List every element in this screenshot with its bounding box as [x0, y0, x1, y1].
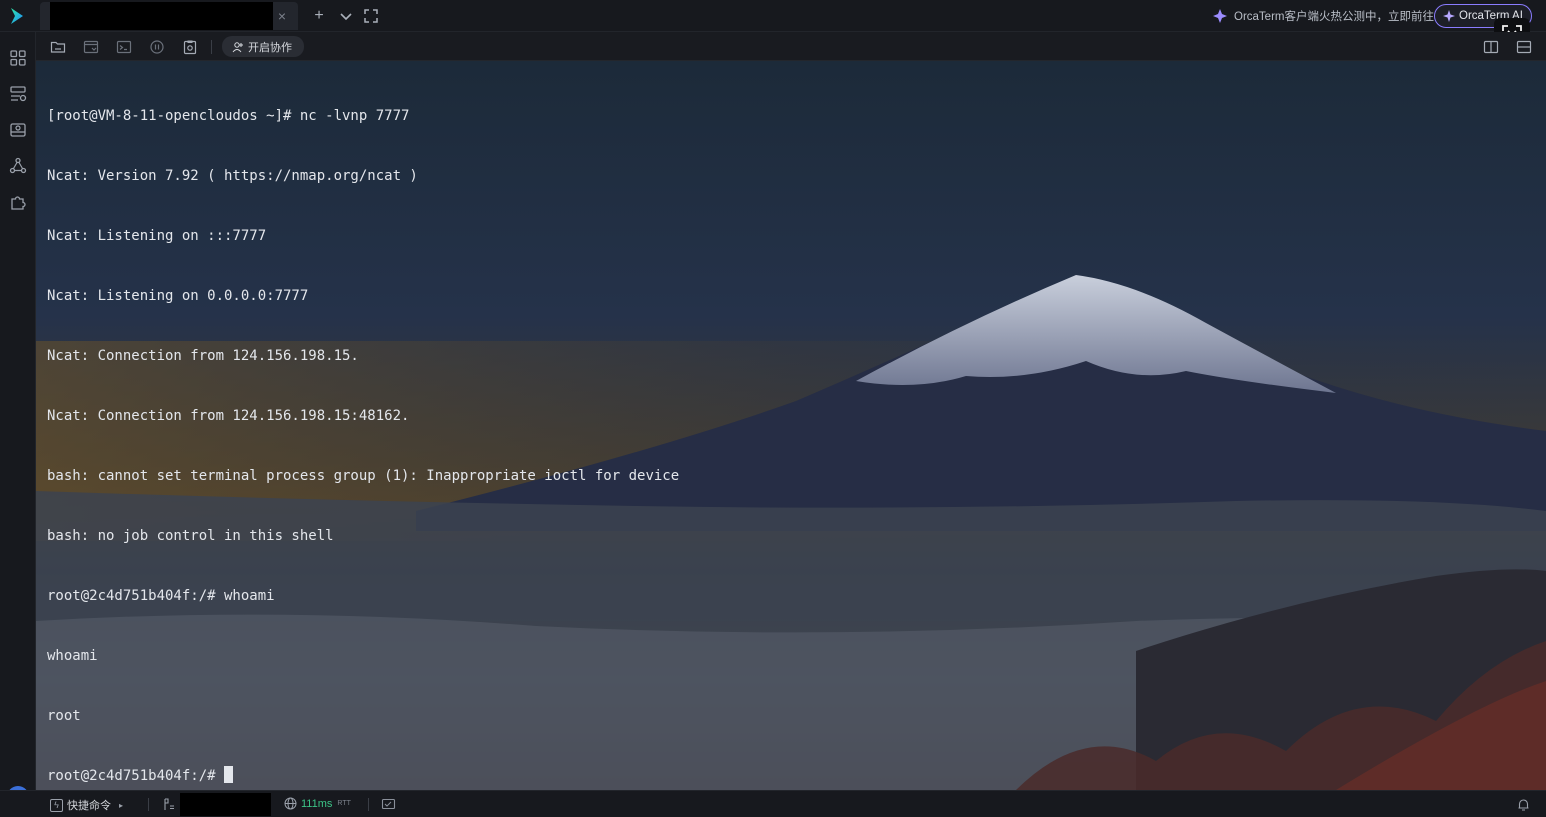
latency-value: 111ms: [301, 797, 333, 810]
expand-arrow-icon: ▸: [119, 800, 124, 810]
terminal-line: root: [47, 708, 81, 724]
status-divider: [368, 798, 369, 811]
terminal-window-icon[interactable]: [116, 39, 132, 55]
terminal-line: Ncat: Connection from 124.156.198.15.: [47, 348, 359, 364]
terminal-line: Ncat: Connection from 124.156.198.15:481…: [47, 408, 410, 424]
globe-icon: [284, 797, 297, 810]
redacted-host-address: [180, 793, 271, 816]
rtt-label: RTT: [337, 800, 351, 807]
notification-bell-icon[interactable]: [1516, 797, 1531, 812]
server-list-icon[interactable]: [8, 84, 28, 104]
new-tab-plus-icon[interactable]: +: [309, 6, 329, 26]
record-icon[interactable]: [149, 39, 165, 55]
network-nodes-icon[interactable]: [8, 156, 28, 176]
terminal-line: whoami: [47, 648, 98, 664]
terminal-line: [root@VM-8-11-opencloudos ~]# nc -lvnp 7…: [47, 108, 410, 124]
terminal-pane[interactable]: [root@VM-8-11-opencloudos ~]# nc -lvnp 7…: [36, 61, 1546, 790]
status-divider: [148, 798, 149, 811]
session-tab[interactable]: ×: [40, 2, 298, 30]
orcaterm-logo-icon[interactable]: [8, 6, 28, 26]
shell-prompt: root@2c4d751b404f:/#: [47, 768, 225, 784]
open-folder-icon[interactable]: [50, 39, 66, 55]
top-tab-bar: × + OrcaTerm客户端火热公测中，立即前往 OrcaTerm AI: [0, 0, 1546, 52]
redacted-tab-title: [50, 2, 273, 30]
terminal-prompt-line[interactable]: root@2c4d751b404f:/#: [47, 766, 679, 786]
grid-apps-icon[interactable]: [8, 48, 28, 68]
ai-sparkle-icon: [1443, 10, 1455, 22]
toolbar-divider: [211, 40, 212, 54]
tab-list-chevron-down-icon[interactable]: [336, 6, 356, 26]
plugin-puzzle-icon[interactable]: [8, 192, 28, 212]
tab-close-icon[interactable]: ×: [274, 8, 290, 24]
terminal-line: bash: no job control in this shell: [47, 528, 334, 544]
collaborators-icon: [232, 41, 243, 52]
split-horizontal-icon[interactable]: [1516, 39, 1532, 55]
terminal-line: Ncat: Listening on :::7777: [47, 228, 267, 244]
promo-text: OrcaTerm客户端火热公测中，立即前往: [1234, 11, 1434, 23]
terminal-line: root@2c4d751b404f:/# whoami: [47, 588, 275, 604]
fullscreen-icon[interactable]: [361, 6, 381, 26]
sftp-window-icon[interactable]: [83, 39, 99, 55]
terminal-line: Ncat: Version 7.92 ( https://nmap.org/nc…: [47, 168, 418, 184]
start-collaboration-button[interactable]: 开启协作: [222, 36, 304, 57]
terminal-toolbar: 开启协作: [36, 32, 1546, 61]
client-promo-banner[interactable]: OrcaTerm客户端火热公测中，立即前往: [1212, 7, 1434, 25]
text-cursor: [224, 766, 234, 783]
quick-commands-label: 快捷命令: [67, 800, 111, 812]
clipboard-settings-icon[interactable]: [182, 39, 198, 55]
sparkle-icon: [1213, 9, 1227, 23]
lightning-icon: ϟ: [50, 798, 63, 812]
terminal-line: bash: cannot set terminal process group …: [47, 468, 680, 484]
collaboration-label: 开启协作: [248, 41, 292, 54]
host-info-icon[interactable]: [162, 797, 177, 812]
status-bar: ϟ 快捷命令 ▸ 111ms RTT: [0, 790, 1546, 817]
quick-commands-button[interactable]: ϟ 快捷命令 ▸: [50, 797, 123, 813]
terminal-line: Ncat: Listening on 0.0.0.0:7777: [47, 288, 309, 304]
terminal-output: [root@VM-8-11-opencloudos ~]# nc -lvnp 7…: [47, 66, 679, 790]
monitor-icon[interactable]: [381, 797, 396, 812]
file-transfer-icon[interactable]: [8, 120, 28, 140]
split-vertical-icon[interactable]: [1483, 39, 1499, 55]
left-sidebar: [0, 32, 36, 808]
network-latency[interactable]: 111ms RTT: [284, 797, 351, 810]
